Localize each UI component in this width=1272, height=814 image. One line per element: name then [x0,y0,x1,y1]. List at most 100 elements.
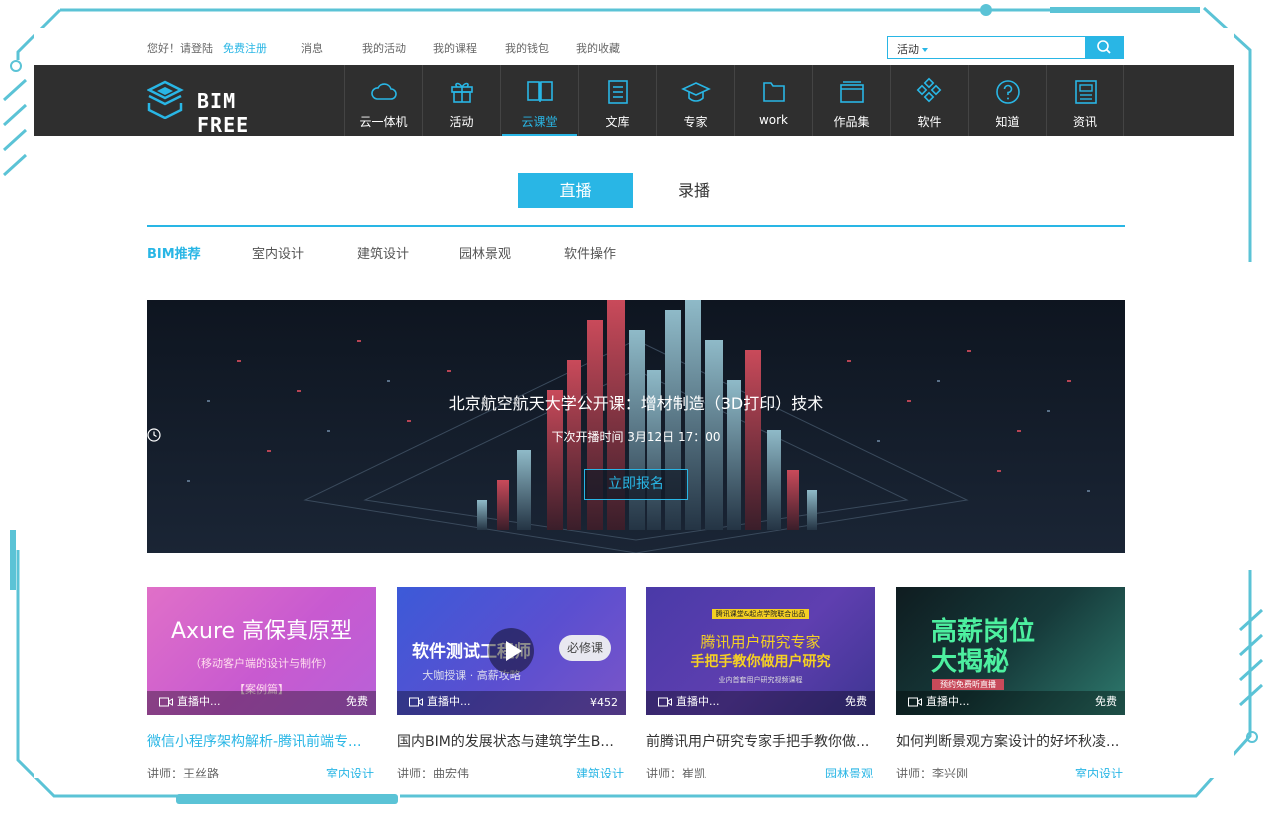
course-category[interactable]: 室内设计 [326,765,374,778]
thumb-headline: Axure 高保真原型 [170,619,353,644]
category-interior-design[interactable]: 室内设计 [252,243,304,262]
course-meta: 讲师：曲宏伟 建筑设计 [397,765,626,778]
live-status: 直播中... [658,693,720,709]
nav-item-cloud-machine[interactable]: 云一体机 [344,65,422,136]
course-card[interactable]: 高薪岗位 大揭秘 预约免费听直播 直播中... 免费 如何判断景观方案设计的好坏… [896,587,1125,778]
course-thumbnail[interactable]: 腾讯课堂&起点学院联合出品 腾讯用户研究专家 手把手教你做用户研究 业内首套用户… [646,587,875,715]
course-meta: 讲师：崔凯 园林景观 [646,765,875,778]
nav-menu: 云一体机 活动 云课堂 文库 专家 work 作品集 软件 知道 资讯 [344,65,1124,136]
course-category[interactable]: 室内设计 [1075,765,1123,778]
course-title[interactable]: 前腾讯用户研究专家手把手教你做... [646,731,875,751]
course-price: 免费 [346,695,368,708]
nav-item-software[interactable]: 软件 [890,65,968,136]
tab-live[interactable]: 直播 [518,173,633,208]
nav-item-news[interactable]: 资讯 [1046,65,1124,136]
course-title[interactable]: 微信小程序架构解析-腾讯前端专... [147,731,376,751]
search-scope-select[interactable]: 活动 [897,41,928,57]
course-title[interactable]: 如何判断景观方案设计的好坏秋凌... [896,731,1125,751]
nav-item-work[interactable]: work [734,65,812,136]
thumb-tag: 腾讯课堂&起点学院联合出品 [711,609,810,619]
course-category[interactable]: 建筑设计 [576,765,624,778]
portfolio-icon [840,81,864,103]
my-courses-link[interactable]: 我的课程 [433,40,477,56]
course-price: 免费 [1095,695,1117,708]
course-teacher: 讲师：崔凯 [646,767,707,778]
my-activities-link[interactable]: 我的活动 [362,40,406,56]
my-wallet-link[interactable]: 我的钱包 [505,40,549,56]
search-input[interactable] [938,39,1078,56]
search-scope-value: 活动 [897,43,919,56]
course-card[interactable]: 软件测试工程师 必修课 大咖授课 · 高薪攻略 直播中... ¥452 国内BI… [397,587,626,778]
live-status-text: 直播中... [926,695,970,708]
course-thumbnail[interactable]: 高薪岗位 大揭秘 预约免费听直播 直播中... 免费 [896,587,1125,715]
nav-item-label: 文库 [605,115,630,129]
banner-next-time: 下次开播时间 3月12日 17：00 [147,428,1125,445]
course-teacher: 讲师：李兴刚 [896,767,969,778]
nav-item-label: 资讯 [1072,115,1097,129]
live-status: 直播中... [908,693,970,709]
nav-item-activity[interactable]: 活动 [422,65,500,136]
nav-item-knowledge[interactable]: 知道 [968,65,1046,136]
course-teacher: 讲师：曲宏伟 [397,767,470,778]
nav-item-experts[interactable]: 专家 [656,65,734,136]
cloud-icon [371,83,397,100]
open-book-icon [527,81,553,102]
nav-item-cloud-classroom[interactable]: 云课堂 [500,65,578,136]
register-now-button[interactable]: 立即报名 [584,469,688,500]
folder-icon [763,82,785,102]
nav-item-library[interactable]: 文库 [578,65,656,136]
course-thumbnail[interactable]: 软件测试工程师 必修课 大咖授课 · 高薪攻略 直播中... ¥452 [397,587,626,715]
gift-icon [451,82,473,103]
caret-down-icon [922,48,928,52]
video-camera-icon [159,697,173,707]
category-landscape[interactable]: 园林景观 [459,243,511,262]
news-icon [1075,80,1097,104]
category-bim-recommended[interactable]: BIM推荐 [147,243,201,262]
my-favorites-link[interactable]: 我的收藏 [576,40,620,56]
course-meta: 讲师：李兴刚 室内设计 [896,765,1125,778]
bim-cube-logo-icon [147,80,184,119]
main-nav-bar: BIM FREE 云一体机 活动 云课堂 文库 专家 work 作品集 软件 知… [34,65,1234,137]
thumb-headline-2: 手把手教你做用户研究 [690,654,831,670]
video-camera-icon [658,697,672,707]
course-card[interactable]: Axure 高保真原型 （移动客户端的设计与制作） 【案例篇】 直播中... 免… [147,587,376,778]
nav-item-label: work [758,113,789,127]
nav-item-label: 活动 [449,115,474,129]
search-icon [1097,40,1111,54]
thumb-badge: 必修课 [559,635,611,661]
search-button[interactable] [1085,36,1124,59]
question-circle-icon [996,80,1020,104]
live-status: 直播中... [159,693,221,709]
nav-item-label: 云课堂 [521,115,558,129]
nav-item-label: 知道 [995,115,1020,129]
video-camera-icon [908,697,922,707]
messages-link[interactable]: 消息 [301,40,323,56]
greeting-login-link[interactable]: 您好！请登陆 [147,40,213,56]
tab-divider [147,225,1125,227]
course-category[interactable]: 园林景观 [825,765,873,778]
category-software-operation[interactable]: 软件操作 [564,243,616,262]
site-logo[interactable]: BIM FREE [147,79,297,137]
register-link[interactable]: 免费注册 [223,40,267,56]
tab-recorded[interactable]: 录播 [644,173,744,208]
course-meta: 讲师：王丝路 室内设计 [147,765,376,778]
live-status-text: 直播中... [676,695,720,708]
clock-icon [147,428,161,442]
course-list: Axure 高保真原型 （移动客户端的设计与制作） 【案例篇】 直播中... 免… [147,587,1125,778]
course-thumbnail[interactable]: Axure 高保真原型 （移动客户端的设计与制作） 【案例篇】 直播中... 免… [147,587,376,715]
course-title[interactable]: 国内BIM的发展状态与建筑学生B... [397,731,626,751]
nav-item-label: 软件 [917,115,942,129]
thumb-subline: （移动客户端的设计与制作） [190,657,333,670]
brand-name: BIM FREE [197,89,250,137]
thumb-subline: 业内首套用户研究视频课程 [718,676,803,684]
next-time-text: 下次开播时间 3月12日 17：00 [551,430,721,444]
course-card[interactable]: 腾讯课堂&起点学院联合出品 腾讯用户研究专家 手把手教你做用户研究 业内首套用户… [646,587,875,778]
thumb-headline: 高薪岗位 [931,617,1036,647]
graduation-cap-icon [681,82,711,102]
play-button-icon[interactable] [487,627,535,675]
category-architecture-design[interactable]: 建筑设计 [357,243,409,262]
course-teacher: 讲师：王丝路 [147,767,220,778]
thumb-headline: 腾讯用户研究专家 [700,633,821,651]
nav-item-portfolio[interactable]: 作品集 [812,65,890,136]
website-page: 您好！请登陆 免费注册 消息 我的活动 我的课程 我的钱包 我的收藏 活动 BI… [34,28,1234,778]
